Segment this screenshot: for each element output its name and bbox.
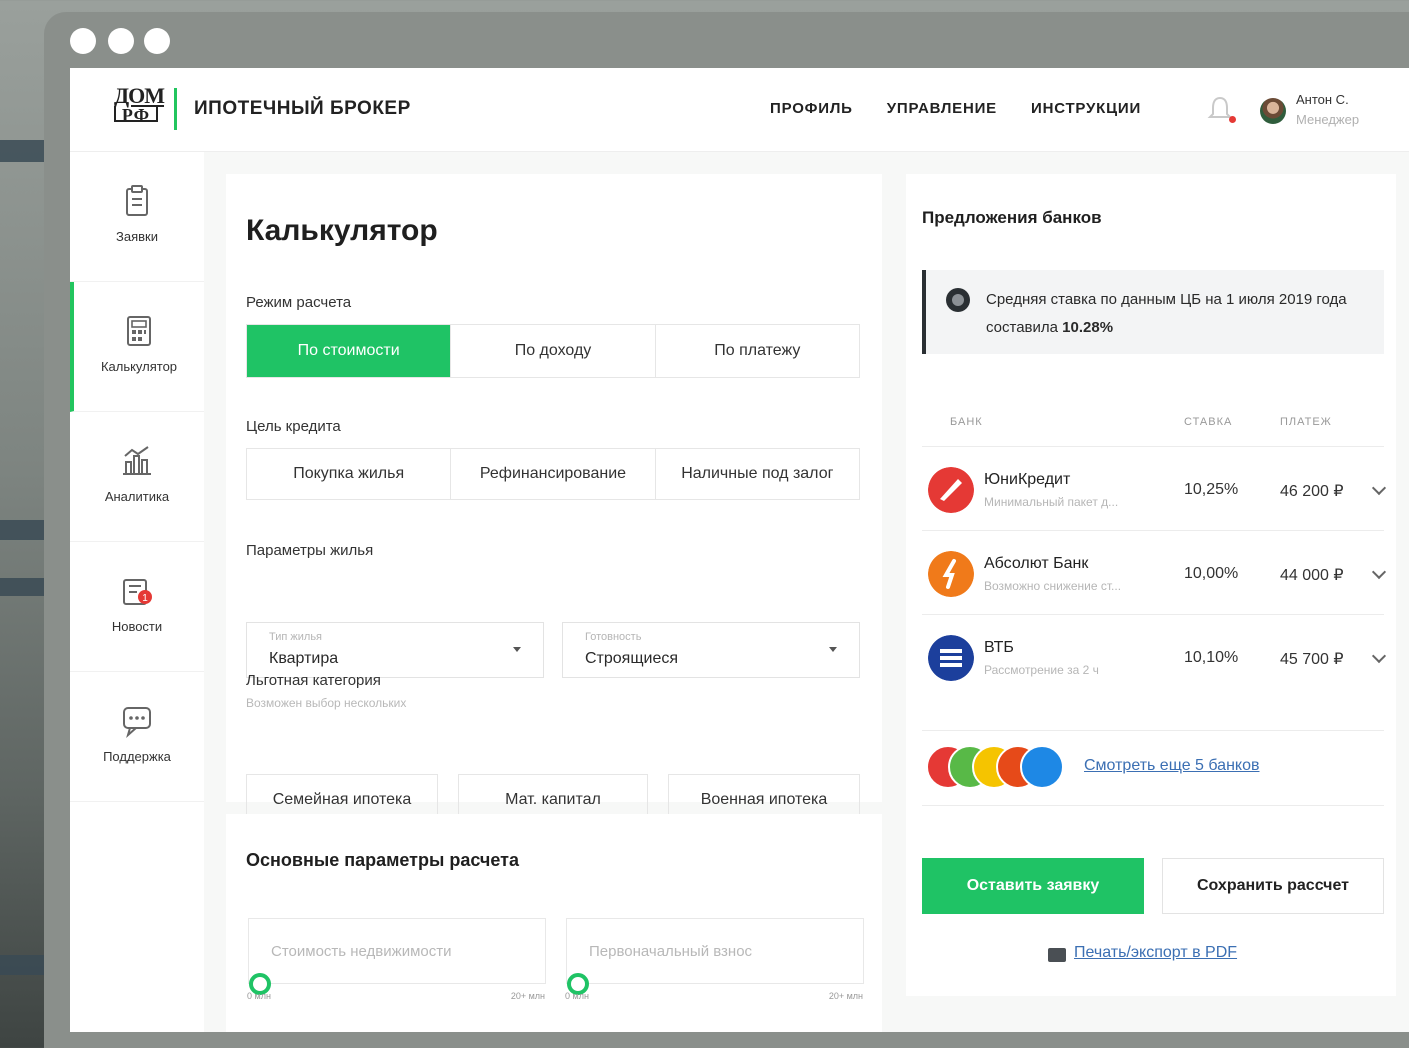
window-close-dot[interactable] — [70, 28, 96, 54]
chevron-down-icon — [829, 647, 837, 652]
calculator-card: Калькулятор Режим расчета По стоимости П… — [226, 174, 882, 826]
user-role: Менеджер — [1296, 112, 1360, 127]
housing-label: Параметры жилья — [246, 542, 374, 559]
chart-icon — [123, 446, 151, 475]
nav-management[interactable]: УПРАВЛЕНИЕ — [887, 100, 997, 117]
logo-divider — [174, 88, 177, 130]
benefit-hint: Возможен выбор нескольких — [246, 696, 407, 710]
sidebar-item-news[interactable]: 1 Новости — [70, 542, 204, 672]
mode-selector: По стоимости По доходу По платежу — [246, 324, 860, 378]
more-banks: Смотреть еще 5 банков — [922, 730, 1384, 806]
sidebar-item-requests[interactable]: Заявки — [70, 152, 204, 282]
column-payment: ПЛАТЕЖ — [1280, 416, 1332, 428]
mode-by-cost[interactable]: По стоимости — [247, 325, 452, 377]
mode-label: Режим расчета — [246, 294, 352, 311]
app: ДОМ РФ ИПОТЕЧНЫЙ БРОКЕР ПРОФИЛЬ УПРАВЛЕН… — [70, 68, 1409, 1032]
top-nav: ПРОФИЛЬ УПРАВЛЕНИЕ ИНСТРУКЦИИ — [770, 100, 1141, 117]
goal-selector: Покупка жилья Рефинансирование Наличные … — [246, 448, 860, 500]
page-title: Калькулятор — [246, 214, 438, 247]
column-rate: СТАВКА — [1184, 416, 1233, 428]
sidebar: Заявки Калькулятор Аналитика 1 Новости П… — [70, 152, 204, 1032]
window-title-bar — [44, 12, 1409, 68]
readiness-select[interactable]: Готовность Строящиеся — [562, 622, 860, 678]
goal-cash-secured[interactable]: Наличные под залог — [656, 449, 859, 499]
window-minimize-dot[interactable] — [108, 28, 134, 54]
printer-icon — [1048, 948, 1066, 962]
mode-by-income[interactable]: По доходу — [451, 325, 656, 377]
chat-icon — [123, 707, 151, 738]
browser-window: ДОМ РФ ИПОТЕЧНЫЙ БРОКЕР ПРОФИЛЬ УПРАВЛЕН… — [44, 12, 1409, 1048]
vtb-logo-icon — [928, 635, 974, 681]
down-payment-field[interactable]: Первоначальный взнос 0 млн 20+ млн — [565, 918, 864, 1001]
parameters-title: Основные параметры расчета — [246, 850, 519, 870]
svg-text:1: 1 — [142, 593, 148, 604]
mode-by-payment[interactable]: По платежу — [656, 325, 859, 377]
info-icon — [946, 288, 970, 312]
chevron-down-icon[interactable] — [1371, 564, 1387, 580]
sidebar-item-calculator[interactable]: Калькулятор — [70, 282, 204, 412]
goal-label: Цель кредита — [246, 418, 341, 435]
calculator-icon — [127, 316, 151, 346]
goal-refinancing[interactable]: Рефинансирование — [451, 449, 656, 499]
chevron-down-icon[interactable] — [1371, 648, 1387, 664]
sidebar-item-analytics[interactable]: Аналитика — [70, 412, 204, 542]
housing-type-select[interactable]: Тип жилья Квартира — [246, 622, 544, 678]
column-bank: БАНК — [950, 416, 983, 428]
table-row[interactable]: ВТБ Рассмотрение за 2 ч 10,10% 45 700 ₽ — [922, 614, 1387, 698]
nav-instructions[interactable]: ИНСТРУКЦИИ — [1031, 100, 1141, 117]
print-export-link[interactable]: Печать/экспорт в PDF — [1074, 944, 1237, 962]
window-maximize-dot[interactable] — [144, 28, 170, 54]
save-calculation-button[interactable]: Сохранить рассчет — [1162, 858, 1384, 914]
goal-purchase[interactable]: Покупка жилья — [247, 449, 452, 499]
dom-rf-logo[interactable]: ДОМ РФ — [114, 85, 165, 130]
offers-title: Предложения банков — [922, 208, 1102, 227]
news-icon: 1 — [123, 579, 152, 605]
table-row[interactable]: Абсолют Банк Возможно снижение ст... 10,… — [922, 530, 1387, 614]
more-banks-link[interactable]: Смотреть еще 5 банков — [1084, 757, 1259, 775]
table-row[interactable]: ЮниКредит Минимальный пакет д... 10,25% … — [922, 446, 1387, 530]
sidebar-item-support[interactable]: Поддержка — [70, 672, 204, 802]
clipboard-icon — [126, 185, 148, 216]
chevron-down-icon[interactable] — [1371, 480, 1387, 496]
submit-application-button[interactable]: Оставить заявку — [922, 858, 1144, 914]
chevron-down-icon — [513, 647, 521, 652]
notification-dot — [1229, 116, 1236, 123]
user-name[interactable]: Антон С. — [1296, 92, 1349, 107]
absolut-bank-logo-icon — [928, 551, 974, 597]
brand-title: ИПОТЕЧНЫЙ БРОКЕР — [194, 98, 411, 119]
benefit-label: Льготная категория — [246, 672, 381, 689]
rate-notice: Средняя ставка по данным ЦБ на 1 июля 20… — [922, 270, 1384, 354]
nav-profile[interactable]: ПРОФИЛЬ — [770, 100, 853, 117]
property-cost-field[interactable]: Стоимость недвижимости 0 млн 20+ млн — [247, 918, 546, 1001]
bank-logo-icon — [1020, 745, 1064, 789]
average-rate: 10.28% — [1062, 319, 1114, 336]
parameters-card: Основные параметры расчета Стоимость нед… — [226, 814, 882, 1032]
app-header: ДОМ РФ ИПОТЕЧНЫЙ БРОКЕР ПРОФИЛЬ УПРАВЛЕН… — [70, 68, 1409, 152]
bank-offers-card: Предложения банков Средняя ставка по дан… — [906, 174, 1396, 996]
window-bottom-edge — [44, 1032, 1409, 1048]
avatar[interactable] — [1260, 98, 1286, 124]
unicredit-logo-icon — [928, 467, 974, 513]
